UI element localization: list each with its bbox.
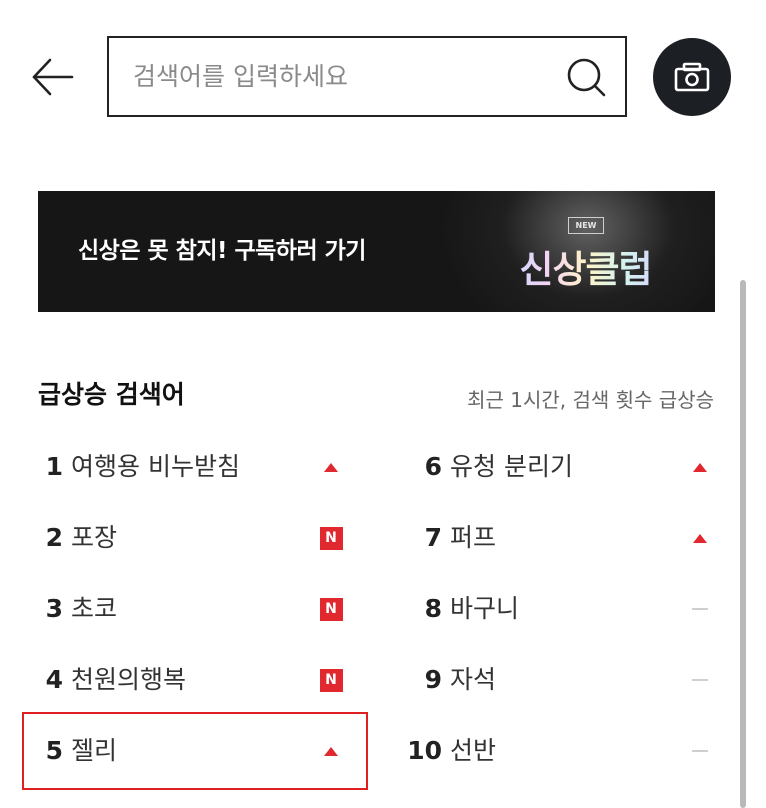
triangle-up-icon	[693, 462, 707, 472]
trending-item-2[interactable]: 2 포장 N	[25, 508, 343, 568]
banner-club-title: 신상클럽	[508, 239, 663, 293]
scrollbar[interactable]	[740, 280, 746, 808]
trending-item-6[interactable]: 6 유청 분리기	[404, 437, 712, 497]
rank-number: 6	[424, 452, 442, 481]
rank-up-icon	[688, 508, 712, 568]
trending-item-3[interactable]: 3 초코 N	[25, 579, 343, 639]
rank-up-icon	[688, 437, 712, 497]
trending-title: 급상승 검색어	[38, 380, 185, 409]
trending-item-5[interactable]: 5 젤리	[25, 721, 343, 781]
rank-number: 9	[424, 665, 442, 694]
trending-item-9[interactable]: 9 자석	[404, 650, 712, 710]
camera-icon	[674, 62, 710, 92]
new-badge-label: N	[319, 668, 343, 692]
search-box	[107, 36, 627, 117]
rank-number: 4	[45, 665, 63, 694]
rank-up-icon	[319, 437, 343, 497]
rank-term: 젤리	[71, 736, 118, 765]
trending-subtitle: 최근 1시간, 검색 횟수 급상승	[467, 388, 714, 412]
rank-term: 여행용 비누받침	[71, 452, 240, 481]
rank-same-icon	[688, 721, 712, 781]
rank-term: 유청 분리기	[450, 452, 573, 481]
rank-term: 천원의행복	[71, 665, 187, 694]
rank-term: 선반	[450, 736, 497, 765]
rank-number: 5	[45, 736, 63, 765]
triangle-up-icon	[324, 462, 338, 472]
rank-number: 7	[424, 523, 442, 552]
rank-term: 퍼프	[450, 523, 497, 552]
new-badge-label: N	[319, 526, 343, 550]
triangle-up-icon	[693, 533, 707, 543]
new-badge: NEW	[568, 217, 604, 234]
camera-search-button[interactable]	[653, 38, 731, 116]
rank-number: 10	[407, 736, 442, 765]
arrow-left-icon	[32, 58, 74, 96]
rank-term: 포장	[71, 523, 118, 552]
rank-number: 8	[424, 594, 442, 623]
rank-up-icon	[319, 721, 343, 781]
rank-number: 2	[45, 523, 63, 552]
search-input[interactable]	[133, 38, 553, 115]
rank-number: 3	[45, 594, 63, 623]
trending-item-10[interactable]: 10 선반	[404, 721, 712, 781]
subscribe-banner[interactable]: 신상은 못 참지! 구독하러 가기 NEW 신상클럽	[38, 191, 715, 312]
rank-new-badge: N	[319, 650, 343, 710]
trending-item-8[interactable]: 8 바구니	[404, 579, 712, 639]
triangle-up-icon	[324, 746, 338, 756]
rank-number: 1	[45, 452, 63, 481]
rank-new-badge: N	[319, 508, 343, 568]
search-icon[interactable]	[565, 56, 607, 98]
dash-icon	[692, 608, 708, 610]
rank-term: 초코	[71, 594, 118, 623]
dash-icon	[692, 679, 708, 681]
trending-item-4[interactable]: 4 천원의행복 N	[25, 650, 343, 710]
trending-item-1[interactable]: 1 여행용 비누받침	[25, 437, 343, 497]
banner-text: 신상은 못 참지! 구독하러 가기	[78, 238, 366, 264]
rank-same-icon	[688, 650, 712, 710]
rank-same-icon	[688, 579, 712, 639]
new-badge-label: N	[319, 597, 343, 621]
rank-new-badge: N	[319, 579, 343, 639]
trending-item-7[interactable]: 7 퍼프	[404, 508, 712, 568]
rank-term: 자석	[450, 665, 497, 694]
rank-term: 바구니	[450, 594, 520, 623]
dash-icon	[692, 750, 708, 752]
back-button[interactable]	[28, 52, 78, 102]
